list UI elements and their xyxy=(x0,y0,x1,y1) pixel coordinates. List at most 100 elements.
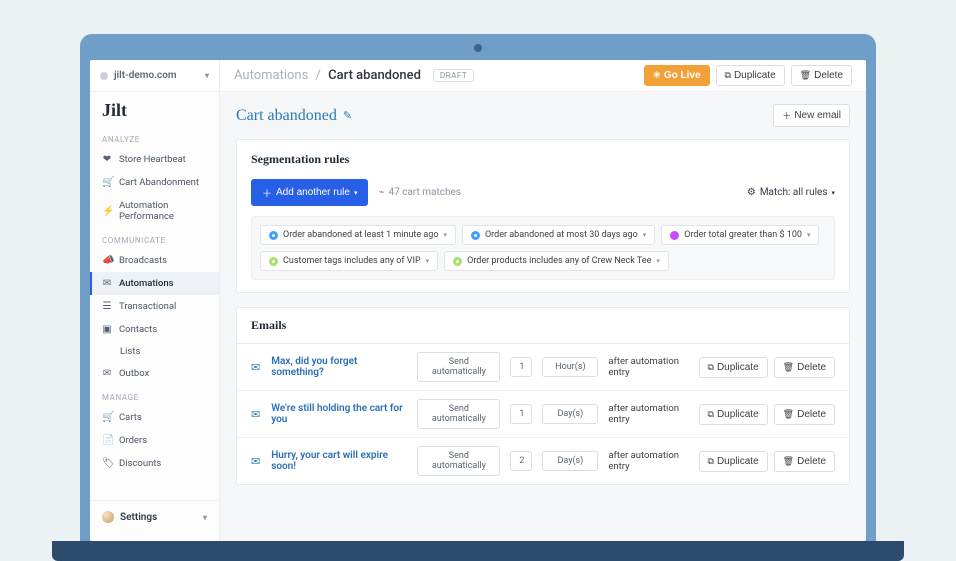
breadcrumb: Automations / Cart abandoned xyxy=(234,68,421,83)
email-link[interactable]: Hurry, your cart will expire soon! xyxy=(271,450,407,472)
delete-label: Delete xyxy=(797,409,826,420)
envelope-icon: ✉ xyxy=(102,368,112,379)
send-mode-select[interactable]: Send automatically xyxy=(417,446,500,476)
row-duplicate-button[interactable]: ⧉Duplicate xyxy=(699,357,768,378)
sidebar-item-contacts[interactable]: ▣ Contacts xyxy=(90,318,219,341)
sidebar-item-carts[interactable]: 🛒 Carts xyxy=(90,406,219,429)
sidebar-sub-lists[interactable]: Lists xyxy=(90,341,219,362)
sidebar-item-label: Contacts xyxy=(119,324,157,335)
list-icon: ☰ xyxy=(102,301,112,312)
delete-button[interactable]: 🗑 Delete xyxy=(791,65,852,86)
rule-chip[interactable]: Order abandoned at least 1 minute ago ▾ xyxy=(260,225,456,245)
sidebar-item-transactional[interactable]: ☰ Transactional xyxy=(90,295,219,318)
copy-icon: ⧉ xyxy=(708,362,714,373)
sun-icon: ☀ xyxy=(653,70,661,81)
rule-chip[interactable]: Order total greater than $ 100 ▾ xyxy=(661,225,819,245)
sidebar-item-orders[interactable]: 📄 Orders xyxy=(90,429,219,452)
sidebar-item-outbox[interactable]: ✉ Outbox xyxy=(90,362,219,385)
delay-qty-input[interactable]: 1 xyxy=(510,357,532,377)
body: Jilt ANALYZE ❤ Store Heartbeat 🛒 Cart Ab… xyxy=(90,92,866,541)
heart-icon: ❤ xyxy=(102,154,112,165)
row-delete-button[interactable]: 🗑Delete xyxy=(774,404,835,425)
send-mode-select[interactable]: Send automatically xyxy=(417,399,500,429)
delay-qty-input[interactable]: 1 xyxy=(510,404,532,424)
sidebar-item-heartbeat[interactable]: ❤ Store Heartbeat xyxy=(90,148,219,171)
megaphone-icon: 📣 xyxy=(102,255,112,266)
segmentation-title: Segmentation rules xyxy=(251,152,835,167)
rule-chip[interactable]: Customer tags includes any of VIP ▾ xyxy=(260,251,438,271)
rule-text: Order abandoned at most 30 days ago xyxy=(485,230,638,240)
copy-icon: ⧉ xyxy=(708,456,714,467)
rule-color-icon xyxy=(269,231,278,240)
chevron-down-icon: ▾ xyxy=(426,257,430,265)
rule-chip[interactable]: Order abandoned at most 30 days ago ▾ xyxy=(462,225,655,245)
duplicate-button[interactable]: ⧉ Duplicate xyxy=(716,65,785,86)
chevron-down-icon: ▾ xyxy=(831,189,835,197)
rule-color-icon xyxy=(269,257,278,266)
chevron-down-icon: ▾ xyxy=(443,231,447,239)
rule-text: Order products includes any of Crew Neck… xyxy=(467,256,651,266)
group-icon: ⌁ xyxy=(378,187,384,198)
row-duplicate-button[interactable]: ⧉Duplicate xyxy=(699,451,768,472)
top-actions: ☀ Go Live ⧉ Duplicate 🗑 Delete xyxy=(644,65,852,86)
rule-color-icon xyxy=(670,231,679,240)
go-live-button[interactable]: ☀ Go Live xyxy=(644,65,710,86)
chevron-down-icon: ▾ xyxy=(807,231,811,239)
sidebar-item-performance[interactable]: ⚡ Automation Performance xyxy=(90,194,219,228)
page-title: Cart abandoned xyxy=(236,107,337,125)
matches-count[interactable]: ⌁ 47 cart matches xyxy=(378,187,461,198)
sidebar-settings[interactable]: Settings ▾ xyxy=(90,500,219,533)
delay-unit-select[interactable]: Hour(s) xyxy=(542,357,598,377)
emails-panel: Emails ✉ Max, did you forget something? … xyxy=(236,307,850,485)
row-delete-button[interactable]: 🗑Delete xyxy=(774,451,835,472)
email-link[interactable]: We're still holding the cart for you xyxy=(271,403,407,425)
add-rule-button[interactable]: ＋ Add another rule ▾ xyxy=(251,179,368,206)
delay-qty-input[interactable]: 2 xyxy=(510,451,532,471)
sidebar-item-label: Outbox xyxy=(119,368,149,379)
delay-unit-select[interactable]: Day(s) xyxy=(542,451,598,471)
rule-text: Order total greater than $ 100 xyxy=(684,230,802,240)
sidebar-item-automations[interactable]: ✉ Automations xyxy=(90,272,219,295)
grid-icon: ▣ xyxy=(102,324,112,335)
after-label: after automation entry xyxy=(608,450,688,472)
chevron-down-icon: ▾ xyxy=(656,257,660,265)
sidebar-item-label: Transactional xyxy=(119,301,176,312)
duplicate-label: Duplicate xyxy=(717,456,759,467)
rule-chip[interactable]: Order products includes any of Crew Neck… xyxy=(444,251,669,271)
trash-icon: 🗑 xyxy=(783,409,794,420)
nav-section-manage: MANAGE xyxy=(90,385,219,406)
new-email-button[interactable]: ＋ New email xyxy=(773,104,850,127)
nav-section-communicate: COMMUNICATE xyxy=(90,228,219,249)
topbar-content: Automations / Cart abandoned DRAFT ☀ Go … xyxy=(220,60,866,91)
cart-icon: 🛒 xyxy=(102,177,112,188)
page-header: Cart abandoned ✎ ＋ New email xyxy=(236,104,850,127)
go-live-label: Go Live xyxy=(664,70,701,81)
envelope-icon: ✉ xyxy=(251,455,261,468)
chevron-down-icon: ▾ xyxy=(354,189,358,197)
email-link[interactable]: Max, did you forget something? xyxy=(271,356,407,378)
crumb-root[interactable]: Automations xyxy=(234,68,308,83)
sidebar-item-broadcasts[interactable]: 📣 Broadcasts xyxy=(90,249,219,272)
edit-icon[interactable]: ✎ xyxy=(343,109,352,122)
sidebar-item-abandonment[interactable]: 🛒 Cart Abandonment xyxy=(90,171,219,194)
matches-label: 47 cart matches xyxy=(389,187,461,198)
send-mode-select[interactable]: Send automatically xyxy=(417,352,500,382)
row-delete-button[interactable]: 🗑Delete xyxy=(774,357,835,378)
sidebar-item-label: Automation Performance xyxy=(119,200,207,222)
email-row: ✉ We're still holding the cart for you S… xyxy=(237,391,849,438)
row-actions: ⧉Duplicate 🗑Delete xyxy=(699,357,835,378)
email-row: ✉ Hurry, your cart will expire soon! Sen… xyxy=(237,438,849,484)
after-label: after automation entry xyxy=(608,356,688,378)
delay-unit-select[interactable]: Day(s) xyxy=(542,404,598,424)
chevron-down-icon: ▾ xyxy=(643,231,647,239)
gear-icon: ⚙ xyxy=(747,187,756,198)
domain-switcher[interactable]: jilt-demo.com ▾ xyxy=(90,60,220,91)
sidebar-item-discounts[interactable]: 🏷 Discounts xyxy=(90,452,219,475)
emails-title: Emails xyxy=(237,308,849,344)
domain-status-icon xyxy=(100,72,108,80)
match-mode[interactable]: ⚙ Match: all rules ▾ xyxy=(747,187,835,198)
row-duplicate-button[interactable]: ⧉Duplicate xyxy=(699,404,768,425)
rules-container: Order abandoned at least 1 minute ago ▾ … xyxy=(251,216,835,280)
copy-icon: ⧉ xyxy=(708,409,714,420)
trash-icon: 🗑 xyxy=(783,362,794,373)
